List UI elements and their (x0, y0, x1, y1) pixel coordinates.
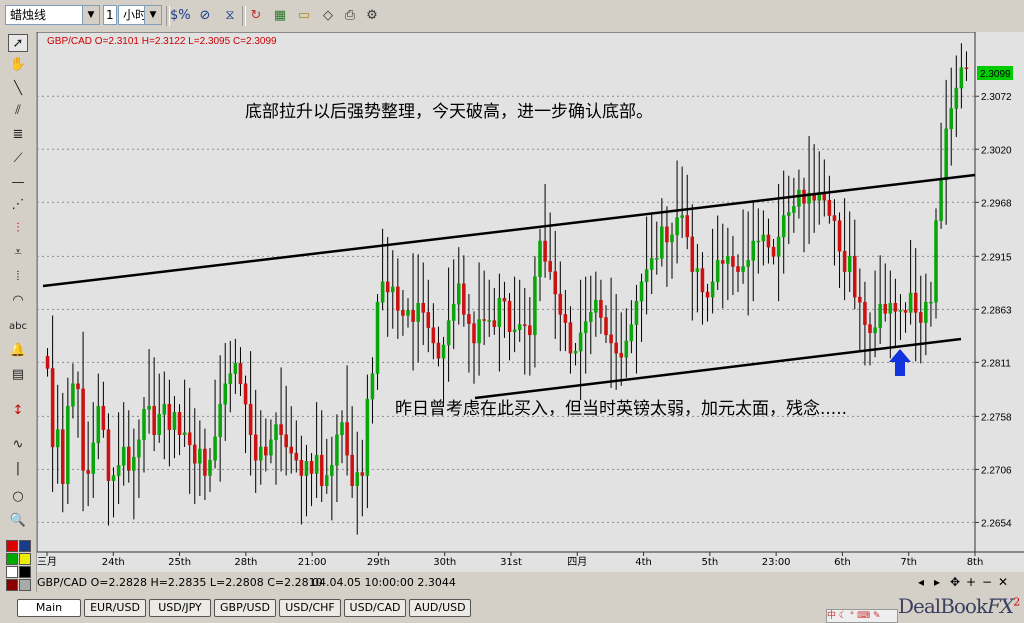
x-tick-label: 23:00 (762, 557, 791, 568)
fan-icon[interactable]: ⟋ (8, 150, 28, 168)
chart-style-select[interactable]: 蜡烛线 ▼ (5, 5, 100, 25)
add-chart-icon[interactable]: ▦ (270, 6, 290, 26)
crosshair-filter-icon[interactable]: ⧖ (220, 6, 240, 26)
regression-icon[interactable]: ⩡ (8, 244, 28, 262)
x-tick-label: 四月 (567, 556, 587, 568)
period-value-field[interactable]: 1 (103, 5, 117, 25)
open-file-icon[interactable]: ◇ (318, 6, 338, 26)
move-icon[interactable]: ✥ (950, 575, 960, 589)
chart-panel[interactable]: 2.3072 2.3020 2.2968 2.2915 2.2863 2.2811 2.27… (36, 31, 1024, 572)
pitchfork-icon[interactable]: ⫶ (8, 220, 28, 238)
chart-header-ohlc: GBP/CAD O=2.3101 H=2.3122 L=2.3095 C=2.3… (47, 36, 277, 47)
symbol-tabs: Main EUR/USD USD/JPY GBP/USD USD/CHF USD… (0, 594, 1024, 623)
parallel-lines-icon[interactable]: ⫽ (8, 102, 28, 120)
status-cursor-time: 04.04.05 10:00:00 2.3044 (312, 576, 456, 589)
x-tick-label: 25th (168, 557, 191, 568)
x-tick-label: 29th (367, 557, 390, 568)
tab-usd-cad[interactable]: USD/CAD (344, 599, 406, 617)
arrows-icon[interactable]: ↕ (8, 402, 28, 420)
fibonacci-icon[interactable]: ≣ (8, 126, 28, 144)
horizontal-line-icon[interactable]: — (8, 174, 28, 192)
chevron-down-icon[interactable]: ▼ (144, 6, 161, 24)
scroll-right-icon[interactable]: ▸ (934, 575, 940, 589)
tab-main[interactable]: Main (17, 599, 81, 617)
x-tick-label: 31st (500, 557, 522, 568)
swatch-green[interactable] (6, 553, 18, 565)
y-tick-label: 2.2811 (981, 358, 1011, 369)
hand-icon[interactable]: ✋ (8, 56, 28, 74)
y-tick-label: 2.2706 (981, 465, 1012, 476)
swatch-yellow[interactable] (19, 553, 31, 565)
zoom-icon[interactable]: 🔍 (8, 512, 28, 530)
wave-icon[interactable]: ∿ (8, 436, 28, 454)
ellipse-icon[interactable]: ○ (8, 488, 28, 506)
status-ohlc: GBP/CAD O=2.2828 H=2.2835 L=2.2808 C=2.2… (37, 576, 323, 589)
y-tick-label: 2.2654 (981, 518, 1012, 529)
zoom-out-icon[interactable]: − (982, 575, 992, 589)
y-tick-label: 2.2758 (981, 412, 1012, 423)
candlestick-chart[interactable]: 2.3072 2.3020 2.2968 2.2915 2.2863 2.2811 2.27… (36, 31, 1024, 572)
chevron-down-icon[interactable]: ▼ (82, 6, 99, 24)
zoom-in-icon[interactable]: + (966, 575, 976, 589)
x-tick-label: 6th (834, 557, 851, 568)
x-tick-label: 8th (967, 557, 984, 568)
main-toolbar: 蜡烛线 ▼ 1 小时 ▼ $% ⊘ ⧖ ↻ ▦ ▭ ◇ ⎙ ⚙ (0, 0, 1024, 33)
x-tick-label: 30th (433, 557, 456, 568)
tab-usd-jpy[interactable]: USD/JPY (149, 599, 211, 617)
vertical-line-icon[interactable]: | (8, 460, 28, 478)
status-bar: GBP/CAD O=2.2828 H=2.2835 L=2.2808 C=2.2… (0, 574, 1024, 592)
tab-aud-usd[interactable]: AUD/USD (409, 599, 471, 617)
x-tick-label: 21:00 (298, 557, 327, 568)
tab-gbp-usd[interactable]: GBP/USD (214, 599, 276, 617)
annotation-bottom: 昨日曾考虑在此买入，但当时英镑太弱，加元太面，残念..... (395, 398, 847, 419)
y-tick-label: 2.3072 (981, 92, 1012, 103)
y-tick-label: 2.2968 (981, 198, 1012, 209)
print-icon[interactable]: ⎙ (340, 6, 360, 26)
x-tick-label: 5th (702, 557, 719, 568)
fit-icon[interactable]: ✕ (998, 575, 1008, 589)
swatch-blue[interactable] (19, 540, 31, 552)
x-tick-label: 三月 (37, 556, 57, 568)
brand-logo: DealBookFX2 (898, 594, 1022, 623)
x-tick-label: 28th (234, 557, 257, 568)
folder-icon[interactable]: ▭ (294, 6, 314, 26)
period-unit-select[interactable]: 小时 ▼ (118, 5, 162, 25)
chart-refresh-icon[interactable]: ↻ (246, 6, 266, 26)
alert-icon[interactable]: 🔔 (8, 342, 28, 360)
calculator-icon[interactable]: ▤ (8, 366, 28, 384)
line-tool-icon[interactable]: ╲ (8, 80, 28, 98)
brand-name: DealBook (898, 594, 988, 618)
y-tick-label: 2.2915 (981, 252, 1012, 263)
gann-fan-icon[interactable]: ⋰ (8, 196, 28, 214)
x-tick-label: 7th (900, 557, 917, 568)
language-bar[interactable]: 中 ☾ ° ⌨ ✎ (826, 609, 898, 623)
cursor-icon[interactable]: ➚ (8, 34, 28, 52)
current-price-label: 2.3099 (980, 69, 1011, 80)
chart-style-value: 蜡烛线 (10, 8, 47, 22)
brand-suffix: FX (987, 594, 1014, 618)
text-icon[interactable]: abc (8, 318, 28, 336)
percent-strike-icon[interactable]: ⊘ (195, 6, 215, 26)
swatch-red[interactable] (6, 540, 18, 552)
period-value: 1 (106, 8, 114, 22)
arc-icon[interactable]: ◠ (8, 292, 28, 310)
y-tick-label: 2.2863 (981, 305, 1012, 316)
brand-version: 2 (1013, 595, 1020, 609)
x-tick-label: 4th (635, 557, 652, 568)
tab-eur-usd[interactable]: EUR/USD (84, 599, 146, 617)
drawing-tools-panel: ➚ ✋ ╲ ⫽ ≣ ⟋ — ⋰ ⫶ ⩡ ⦙ ◠ abc 🔔 ▤ ↕ ∿ | ○ … (0, 32, 37, 592)
settings-icon[interactable]: ⚙ (362, 6, 382, 26)
y-tick-label: 2.3020 (981, 145, 1012, 156)
percent-icon[interactable]: $% (170, 6, 191, 26)
annotation-top: 底部拉升以后强势整理，今天破高，进一步确认底部。 (245, 102, 653, 122)
x-tick-label: 24th (102, 557, 125, 568)
tab-usd-chf[interactable]: USD/CHF (279, 599, 341, 617)
candle (934, 208, 938, 319)
scroll-left-icon[interactable]: ◂ (918, 575, 924, 589)
cycles-icon[interactable]: ⦙ (8, 268, 28, 286)
